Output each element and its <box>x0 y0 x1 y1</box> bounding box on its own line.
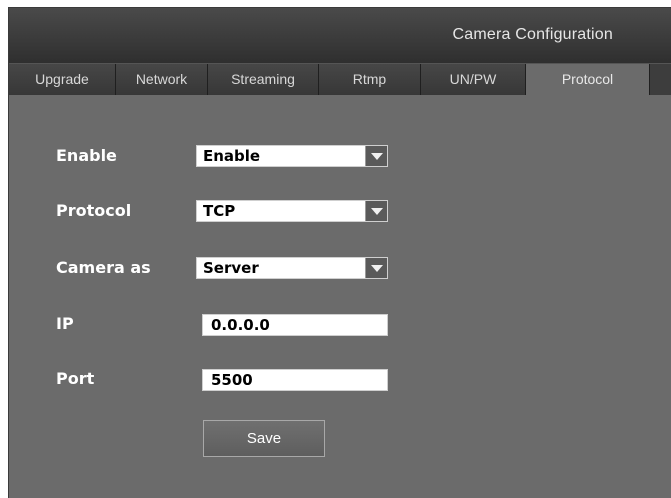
tab-label: Network <box>135 71 188 87</box>
tab-label: Streaming <box>231 71 295 87</box>
title-bar: Camera Configuration <box>9 8 671 63</box>
save-button[interactable]: Save <box>203 420 325 457</box>
camera-as-label: Camera as <box>56 258 151 277</box>
tab-unpw[interactable]: UN/PW <box>421 64 526 95</box>
ip-label: IP <box>56 314 74 333</box>
tab-label: Protocol <box>561 71 614 87</box>
tab-streaming[interactable]: Streaming <box>208 64 319 95</box>
ip-field[interactable]: 0.0.0.0 <box>202 314 388 336</box>
enable-value: Enable <box>203 147 261 165</box>
tab-label: Rtmp <box>352 71 387 87</box>
camera-config-window: Camera Configuration Upgrade Network Str… <box>8 7 671 498</box>
protocol-label: Protocol <box>56 201 132 220</box>
tab-network[interactable]: Network <box>116 64 208 95</box>
chevron-down-icon[interactable] <box>365 201 387 221</box>
tab-label: Upgrade <box>35 71 89 87</box>
camera-as-value: Server <box>203 259 259 277</box>
tab-protocol[interactable]: Protocol <box>526 64 650 95</box>
tab-rtmp[interactable]: Rtmp <box>319 64 421 95</box>
enable-label: Enable <box>56 146 117 165</box>
port-label: Port <box>56 369 95 388</box>
protocol-select[interactable]: TCP <box>196 200 388 222</box>
chevron-down-icon[interactable] <box>365 146 387 166</box>
tab-bar: Upgrade Network Streaming Rtmp UN/PW Pro… <box>9 63 671 95</box>
chevron-down-icon[interactable] <box>365 258 387 278</box>
camera-as-select[interactable]: Server <box>196 257 388 279</box>
tab-upgrade[interactable]: Upgrade <box>9 64 116 95</box>
window-title: Camera Configuration <box>452 26 613 43</box>
port-field[interactable]: 5500 <box>202 369 388 391</box>
tab-label: UN/PW <box>449 71 497 87</box>
protocol-value: TCP <box>203 202 236 220</box>
enable-select[interactable]: Enable <box>196 145 388 167</box>
